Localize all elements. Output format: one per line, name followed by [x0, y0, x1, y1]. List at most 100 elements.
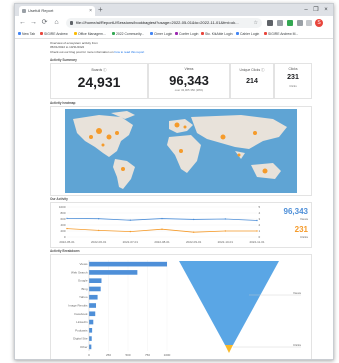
x-tick-label: 2022-09-01 [186, 240, 202, 244]
bookmark-favicon-icon [18, 32, 21, 36]
activity-summary-heading: Activity Summary [50, 58, 77, 62]
data-point-clicks [66, 227, 68, 230]
data-point-clicks [224, 230, 227, 232]
bookmark-item[interactable]: Cimer Login [150, 31, 172, 37]
metric-value: 214 [246, 78, 258, 85]
hotspot [262, 168, 268, 174]
metric-label: Unique Clicks ⓘ [239, 68, 265, 72]
bar [89, 336, 92, 341]
tab-title: Usefull Report [28, 8, 54, 13]
bookmark-favicon-icon [236, 32, 239, 36]
bookmark-item[interactable]: SIGIRE Andrew [40, 31, 68, 37]
y2-tick-label: 2 [259, 223, 261, 227]
bookmark-favicon-icon [40, 32, 43, 36]
home-icon[interactable]: ⌂ [52, 18, 61, 28]
bookmark-item[interactable]: SIGIRE Andrew M... [264, 31, 298, 37]
extension-green-icon[interactable] [287, 20, 293, 26]
y2-tick-label: 1 [259, 229, 261, 233]
metric-label: Views [184, 67, 194, 71]
bookmark-item[interactable]: Confer Login [175, 31, 198, 37]
profile-avatar[interactable]: S [315, 19, 323, 27]
y2-tick-label: 4 [259, 211, 261, 215]
data-point-clicks [129, 230, 132, 233]
metric-label: Boards ⓘ [91, 68, 107, 72]
tab-report[interactable]: Usefull Report × [19, 6, 95, 16]
x-tick-label: 2022-10-01 [218, 240, 234, 244]
bookmark-favicon-icon [264, 32, 267, 36]
metric-value: 96,343 [169, 73, 209, 88]
metric-value: 24,931 [77, 74, 121, 90]
bookmark-star-icon[interactable]: ☆ [254, 18, 258, 28]
y-tick-label: 800 [60, 211, 65, 215]
hotspot [101, 143, 105, 147]
intro-blog-line: Check out our blog post for more informa… [50, 50, 145, 54]
x-tick-label: 1000 [164, 353, 171, 357]
trend-clicks-label: Clicks [300, 235, 308, 239]
bar [89, 261, 167, 267]
bar [89, 294, 98, 300]
x-tick-label: 2022-07-01 [123, 240, 139, 244]
category-label: Web Search [71, 270, 88, 274]
category-label: Bing [81, 287, 87, 291]
hotspot [96, 128, 102, 134]
category-label: Views [80, 262, 88, 266]
forward-icon[interactable]: → [29, 18, 38, 28]
bookmark-item[interactable]: 2022 Community... [112, 31, 144, 37]
activity-breakdown-panel: 0 250 500 750 1000 Views Web Search Google Bing Y… [50, 254, 312, 359]
close-window-button[interactable]: × [321, 4, 331, 16]
bar [89, 286, 101, 292]
funnel-stage-views [179, 261, 279, 345]
category-label: Other [80, 345, 88, 349]
y-tick-label: 0 [64, 235, 66, 239]
hotspot [253, 131, 257, 135]
bookmark-item[interactable]: Office Managem... [74, 31, 106, 37]
bookmark-item[interactable]: Cahier Login [236, 31, 259, 37]
downloads-icon[interactable] [277, 20, 283, 26]
x-tick-label: 0 [88, 353, 90, 357]
minimize-button[interactable]: – [301, 4, 311, 16]
x-tick-label: 250 [106, 353, 111, 357]
side-panel-icon[interactable] [297, 20, 303, 26]
data-point-views [192, 218, 195, 221]
bookmark-item[interactable]: Stc. KikAble Login [201, 31, 233, 37]
metric-card-unique-clicks: Unique Clicks ⓘ 214 [230, 63, 274, 99]
world-heatmap-map[interactable] [51, 107, 311, 195]
metric-subtext: over 43,005 350 (28%) [174, 88, 204, 92]
heatmap-heading: Activity heatmap [50, 101, 76, 105]
maximize-button[interactable]: ❐ [311, 4, 321, 16]
x-tick-label: 2022-05-01 [59, 240, 75, 244]
tab-close-icon[interactable]: × [89, 6, 92, 16]
category-label: Yahoo [79, 295, 88, 299]
metric-label: Clicks [288, 67, 298, 71]
extensions-icon[interactable] [267, 20, 273, 26]
breakdown-funnel-chart[interactable]: Views Clicks [171, 255, 311, 359]
x-tick-label: 2022-06-01 [91, 240, 107, 244]
y-tick-label: 600 [60, 217, 65, 221]
breakdown-bar-chart[interactable]: 0 250 500 750 1000 Views Web Search Google Bing Y… [51, 255, 171, 359]
hotspot [174, 122, 180, 128]
data-point-clicks [161, 228, 163, 230]
hotspot [115, 131, 119, 135]
activity-heatmap-panel [50, 106, 312, 196]
tab-search-icon[interactable] [306, 20, 312, 26]
reload-icon[interactable]: ⟳ [40, 18, 49, 28]
address-bar[interactable]: file:///home/ai/ReportU/Sessions/bookbag… [66, 18, 262, 28]
metric-value: 231 [287, 74, 299, 81]
report-help-link[interactable]: how to read this report [114, 50, 144, 54]
hotspot [121, 167, 125, 171]
hotspot [183, 125, 187, 129]
bookmark-favicon-icon [201, 32, 204, 36]
bar [89, 344, 92, 350]
new-tab-button[interactable]: + [98, 5, 103, 15]
x-tick-label: 750 [145, 353, 150, 357]
y2-tick-label: 5 [259, 205, 261, 209]
bar [89, 278, 102, 283]
data-point-views [256, 219, 258, 222]
bookmark-item[interactable]: New Tab [18, 31, 35, 37]
category-label: Podcasts [75, 328, 88, 332]
back-icon[interactable]: ← [18, 18, 27, 28]
bookmark-favicon-icon [74, 32, 77, 36]
bar [89, 319, 94, 325]
bookmark-favicon-icon [175, 32, 178, 36]
activity-trend-chart[interactable]: 0 200 400 600 800 1000 0 1 2 3 4 5 2022-05-01 2022-06… [51, 203, 271, 247]
